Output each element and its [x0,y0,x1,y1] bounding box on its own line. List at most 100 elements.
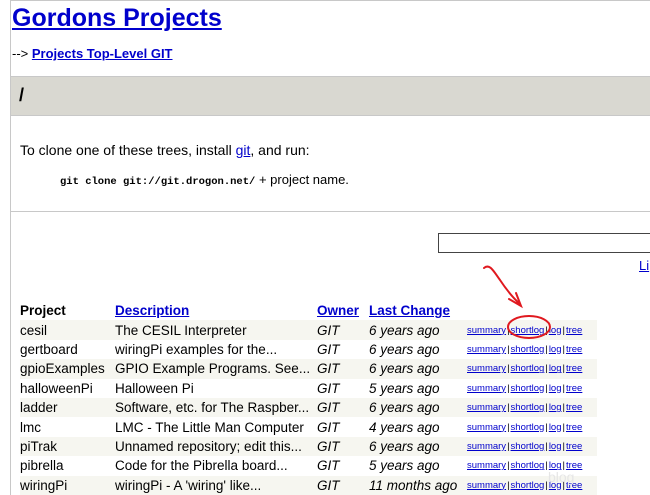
table-row: wiringPi wiringPi - A 'wiring' like... GIT… [20,475,597,495]
project-name[interactable]: lmc [20,417,115,436]
table-row: gertboard wiringPi examples for the... GIT… [20,340,597,359]
table-row: ladder Software, etc. for The Raspber... G… [20,397,597,418]
divider [11,211,650,212]
project-description[interactable]: Unnamed repository; edit this... [115,436,317,457]
project-description[interactable]: Halloween Pi [115,379,317,398]
path-text: / [19,85,25,105]
project-description[interactable]: Code for the Pibrella board... [115,456,317,475]
table-header-row: Project Description Owner Last Change [20,301,597,320]
project-name[interactable]: ladder [20,397,115,418]
shortlog-link[interactable]: shortlog [511,460,545,471]
tree-link[interactable]: tree [566,422,582,433]
tree-link[interactable]: tree [566,344,582,355]
project-owner: GIT [317,397,369,418]
table-row: pibrella Code for the Pibrella board... GI… [20,456,597,475]
projects-top-level-link[interactable]: Projects Top-Level GIT [32,46,173,61]
project-links: summary|shortlog|log|tree [467,359,597,379]
header-description[interactable]: Description [115,301,317,320]
project-name[interactable]: cesil [20,320,115,340]
tree-link[interactable]: tree [566,441,582,452]
clone-prefix: To clone one of these trees, install [20,142,236,158]
summary-link[interactable]: summary [467,480,506,491]
shortlog-link[interactable]: shortlog [511,325,545,336]
summary-link[interactable]: summary [467,383,506,394]
project-owner: GIT [317,341,340,357]
project-last-change: 11 months ago [369,475,467,495]
sort-description-link[interactable]: Description [115,303,189,318]
project-owner: GIT [317,458,340,474]
site-title-link[interactable]: Gordons Projects [12,4,222,33]
log-link[interactable]: log [549,422,562,433]
path-bar: / [11,76,650,116]
tree-link[interactable]: tree [566,402,582,413]
summary-link[interactable]: summary [467,402,506,413]
table-row: piTrak Unnamed repository; edit this... GI… [20,436,597,457]
log-link[interactable]: log [549,325,562,336]
summary-link[interactable]: summary [467,325,506,336]
shortlog-link[interactable]: shortlog [511,363,545,374]
shortlog-link[interactable]: shortlog [511,480,545,491]
project-links: summary|shortlog|log|tree [467,436,597,457]
project-description[interactable]: GPIO Example Programs. See... [115,359,317,379]
projects-table: Project Description Owner Last Change ce… [20,301,597,495]
sort-last-change-link[interactable]: Last Change [369,303,450,318]
shortlog-link[interactable]: shortlog [511,422,545,433]
project-owner: GIT [317,475,369,495]
project-name[interactable]: wiringPi [20,475,115,495]
project-owner: GIT [317,320,369,340]
tree-link[interactable]: tree [566,363,582,374]
project-last-change: 5 years ago [369,380,440,396]
shortlog-link[interactable]: shortlog [511,344,545,355]
table-row: lmc LMC - The Little Man Computer GIT 4 yea… [20,417,597,436]
project-last-change: 6 years ago [369,397,467,418]
git-link[interactable]: git [236,142,251,158]
project-last-change: 6 years ago [369,436,467,457]
project-description[interactable]: wiringPi - A 'wiring' like... [115,475,317,495]
list-link[interactable]: Li [639,258,649,273]
top-link-row: --> Projects Top-Level GIT [12,46,173,61]
project-links: summary|shortlog|log|tree [467,417,597,436]
project-owner: GIT [317,436,369,457]
header-project: Project [20,303,66,319]
project-name[interactable]: halloweenPi [20,379,115,398]
project-name[interactable]: piTrak [20,436,115,457]
project-last-change: 4 years ago [369,419,440,435]
sort-owner-link[interactable]: Owner [317,303,359,318]
summary-link[interactable]: summary [467,460,506,471]
summary-link[interactable]: summary [467,422,506,433]
shortlog-link[interactable]: shortlog [511,383,545,394]
watermark-text: blog [548,469,575,485]
header-owner[interactable]: Owner [317,301,369,320]
summary-link[interactable]: summary [467,344,506,355]
tree-link[interactable]: tree [566,383,582,394]
shortlog-link[interactable]: shortlog [511,402,545,413]
project-description[interactable]: The CESIL Interpreter [115,320,317,340]
project-name[interactable]: pibrella [20,456,115,475]
log-link[interactable]: log [549,402,562,413]
project-owner: GIT [317,419,340,435]
summary-link[interactable]: summary [467,363,506,374]
shortlog-link[interactable]: shortlog [511,441,545,452]
clone-command-text: git clone git://git.drogon.net/ [60,176,256,188]
search-input[interactable] [438,233,650,253]
log-link[interactable]: log [549,344,562,355]
table-row: gpioExamples GPIO Example Programs. See..… [20,359,597,379]
project-description[interactable]: Software, etc. for The Raspber... [115,397,317,418]
header-last-change[interactable]: Last Change [369,301,467,320]
header-links [467,301,597,320]
project-description[interactable]: wiringPi examples for the... [115,340,317,359]
clone-instructions: To clone one of these trees, install git… [20,142,310,158]
project-name[interactable]: gpioExamples [20,359,115,379]
project-name[interactable]: gertboard [20,340,115,359]
log-link[interactable]: log [549,363,562,374]
clone-command-suffix: + project name. [255,172,349,187]
table-row: cesil The CESIL Interpreter GIT 6 years ago… [20,320,597,340]
summary-link[interactable]: summary [467,441,506,452]
arrow-prefix: --> [12,46,29,61]
project-description[interactable]: LMC - The Little Man Computer [115,417,317,436]
log-link[interactable]: log [549,441,562,452]
log-link[interactable]: log [549,383,562,394]
project-last-change: 6 years ago [369,359,467,379]
tree-link[interactable]: tree [566,325,582,336]
project-links: summary|shortlog|log|tree [467,397,597,418]
